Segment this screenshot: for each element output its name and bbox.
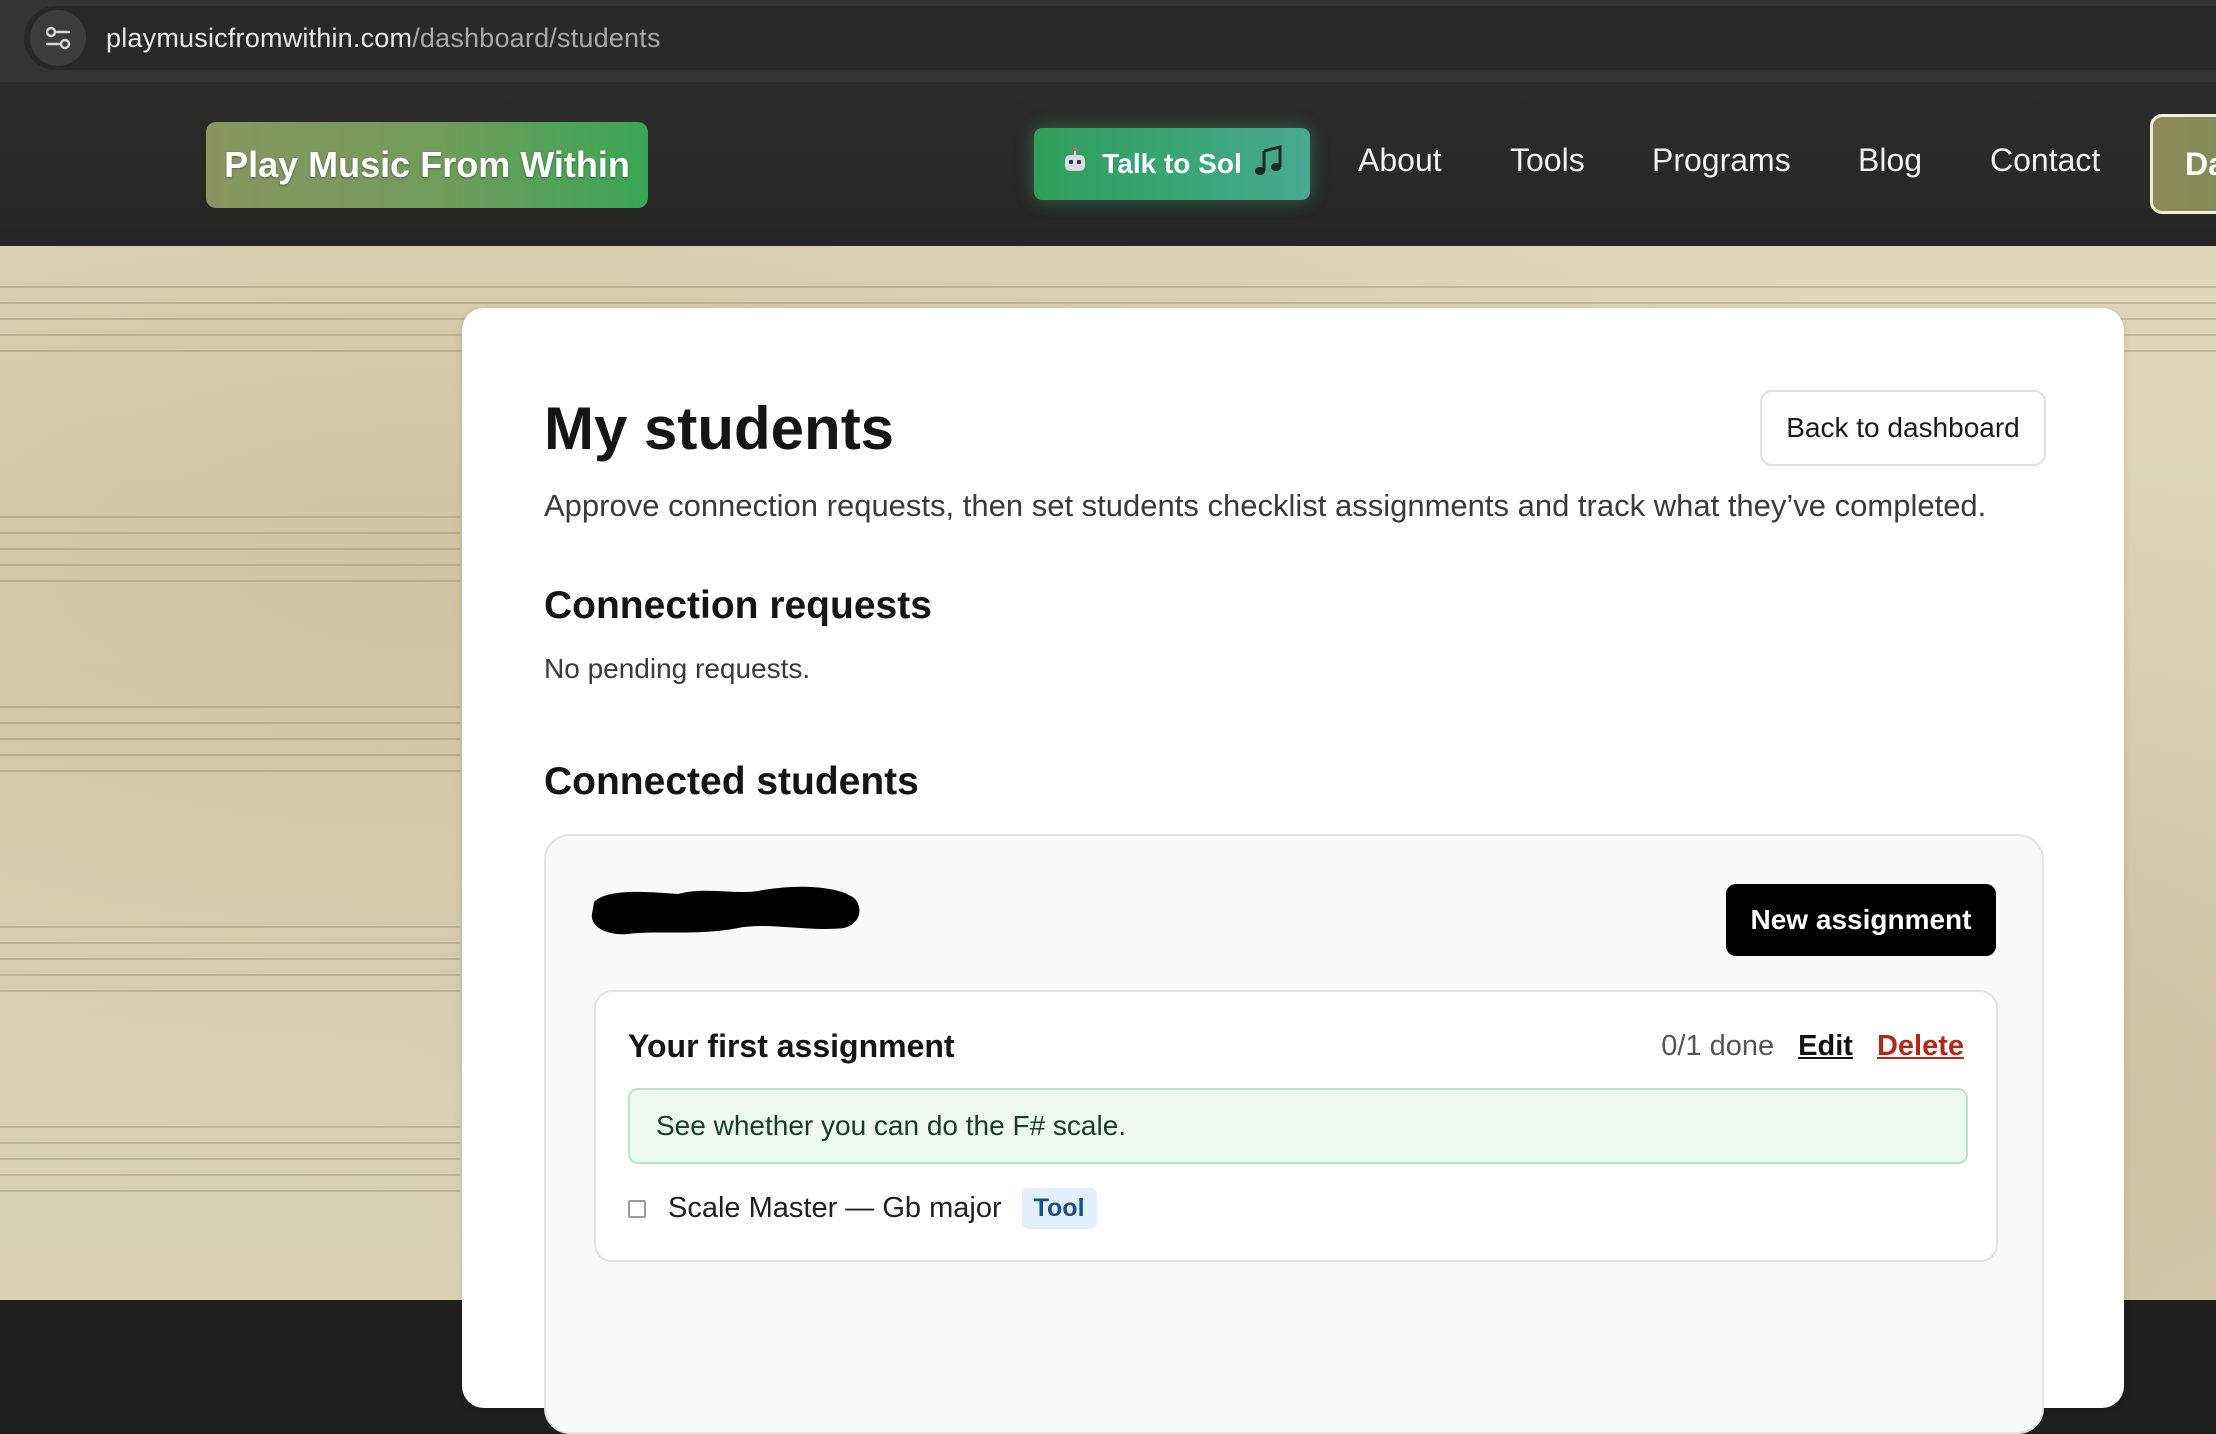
nav-blog[interactable]: Blog [1858,142,1922,179]
assignment-title: Your first assignment [628,1028,955,1064]
connection-requests-heading: Connection requests [544,584,932,627]
url-path: /dashboard/students [412,22,661,53]
task-label: Scale Master — Gb major [668,1192,1002,1224]
url-bar[interactable]: playmusicfromwithin.com/dashboard/studen… [24,6,2216,70]
assignment-progress: 0/1 done [1661,1030,1775,1062]
talk-to-sol-label: Talk to Sol [1102,148,1242,179]
browser-address-bar: playmusicfromwithin.com/dashboard/studen… [0,0,2216,82]
task-checkbox[interactable] [628,1199,646,1218]
site-info-icon[interactable] [30,10,86,66]
page-title: My students [544,395,895,462]
talk-to-sol-button[interactable]: Talk to Sol [1034,128,1310,200]
music-staff-decoration [0,926,460,1006]
url-text: playmusicfromwithin.com/dashboard/studen… [106,23,661,54]
back-to-dashboard-button[interactable]: Back to dashboard [1760,390,2046,466]
page-subtitle: Approve connection requests, then set st… [544,488,1987,523]
assignment-note: See whether you can do the F# scale. [628,1088,1968,1164]
dashboard-button-label: Da [2185,145,2216,182]
connected-students-heading: Connected students [544,760,919,803]
student-panel: New assignment Your first assignment 0/1… [544,834,2044,1434]
dashboard-button[interactable]: Da [2150,114,2216,214]
nav-contact[interactable]: Contact [1990,142,2100,179]
music-staff-decoration [0,1126,460,1206]
task-item: Scale Master — Gb major Tool [628,1188,1097,1229]
students-card: My students Back to dashboard Approve co… [462,308,2124,1434]
logo-button[interactable]: Play Music From Within [206,122,648,208]
new-assignment-button[interactable]: New assignment [1726,884,1996,956]
edit-assignment-link[interactable]: Edit [1798,1030,1853,1063]
site-header: Play Music From Within Talk to Sol About… [0,82,2216,246]
music-staff-decoration [0,706,460,786]
delete-assignment-link[interactable]: Delete [1877,1030,1964,1063]
assignment-card: Your first assignment 0/1 done Edit Dele… [594,990,1998,1262]
redacted-student-name [591,886,860,935]
music-note-icon [1254,144,1284,184]
assignment-meta: 0/1 done Edit Delete [1661,1030,1964,1063]
robot-icon [1060,146,1090,183]
nav-programs[interactable]: Programs [1652,142,1791,179]
no-pending-requests-text: No pending requests. [544,653,811,684]
nav-tools[interactable]: Tools [1510,142,1585,179]
url-host: playmusicfromwithin.com [106,22,413,53]
music-staff-decoration [0,516,460,596]
nav-about[interactable]: About [1358,142,1442,179]
tool-badge: Tool [1021,1188,1097,1229]
